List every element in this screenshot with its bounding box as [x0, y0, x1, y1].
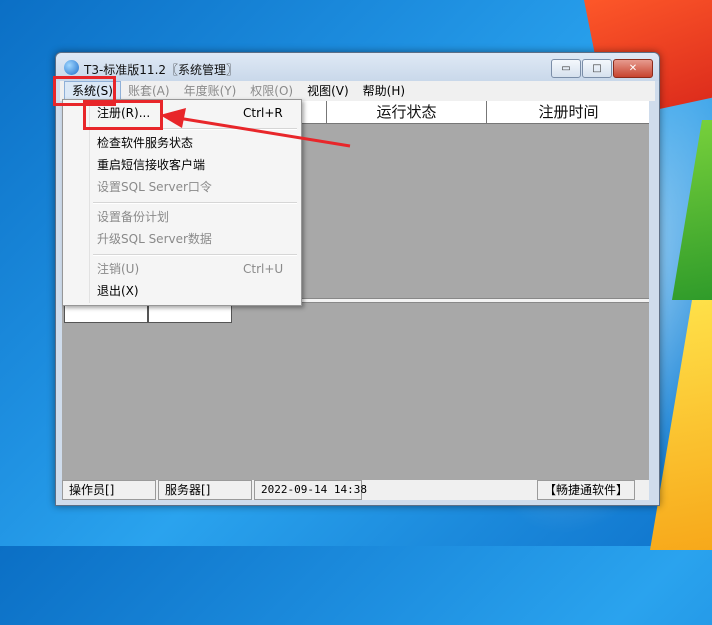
annotation-arrow-icon [160, 108, 351, 148]
arrow-shaft [177, 116, 351, 148]
arrow-head [160, 108, 186, 128]
